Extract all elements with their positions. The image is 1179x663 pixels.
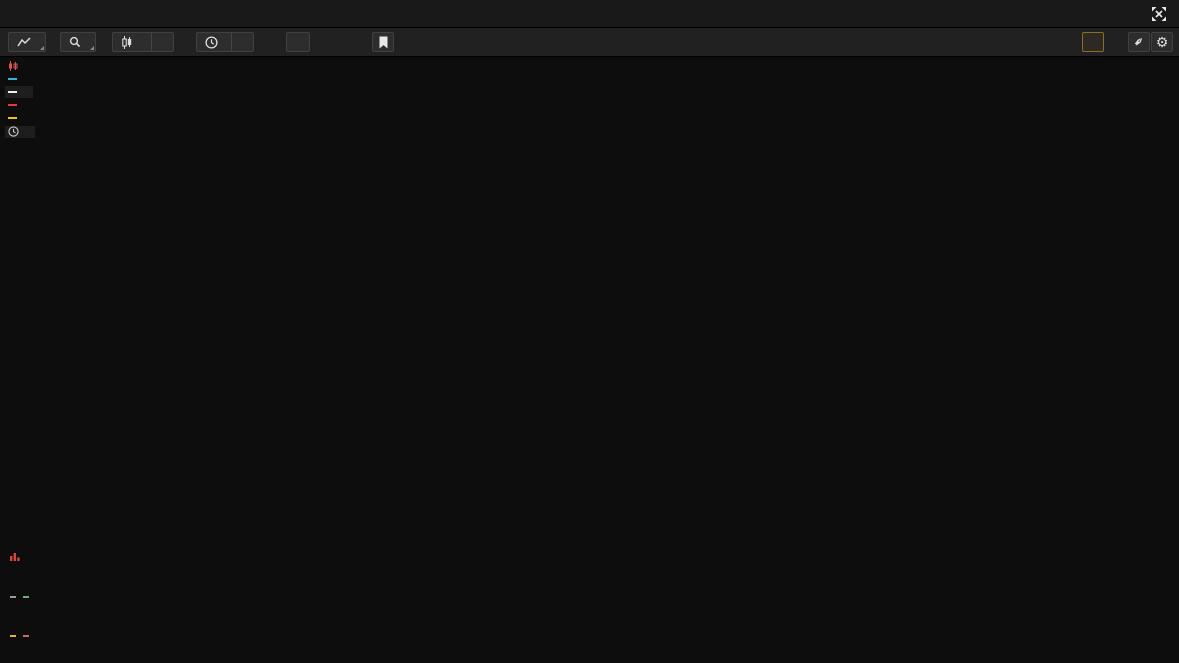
- wert-search-button[interactable]: [60, 32, 96, 52]
- line-chart-icon: [17, 37, 31, 47]
- clock-segment[interactable]: [205, 33, 218, 51]
- rsi-legend-icon2: [23, 596, 29, 598]
- kerzen-segment[interactable]: [121, 33, 138, 51]
- gear-icon: ⚙: [1156, 34, 1169, 51]
- drawing-tools-button[interactable]: ✒: [1128, 32, 1150, 52]
- chart-canvas[interactable]: [0, 56, 1179, 663]
- sma200-legend-icon: [8, 104, 17, 106]
- volume-icon: [10, 552, 20, 561]
- button-divider: [151, 33, 152, 51]
- clock-icon: [205, 36, 218, 49]
- ema-legend-icon: [8, 91, 17, 93]
- title-bar: [0, 0, 1179, 28]
- search-icon: [69, 36, 81, 48]
- indicator-legend: [5, 60, 54, 139]
- bb-legend-icon: [8, 78, 17, 80]
- macd-legend[interactable]: [5, 631, 67, 642]
- expand-icon[interactable]: [1151, 6, 1167, 22]
- mini-candle-icon: [8, 61, 18, 71]
- sma100-legend-icon: [8, 117, 17, 119]
- period-group[interactable]: [196, 32, 254, 52]
- settings-button[interactable]: ⚙: [1151, 32, 1173, 52]
- bookmark-icon: [379, 36, 388, 49]
- button-divider: [231, 33, 232, 51]
- bookmark-button[interactable]: [372, 32, 394, 52]
- dropdown-indicator: [90, 46, 94, 50]
- candle-interval-group[interactable]: [112, 32, 174, 52]
- rsi-legend[interactable]: [5, 592, 48, 603]
- sma200-legend-row[interactable]: [5, 99, 33, 111]
- instrument-legend-row[interactable]: [5, 60, 54, 72]
- rsi-legend-icon: [10, 596, 16, 598]
- feedback-button[interactable]: [1082, 32, 1104, 52]
- ema-legend-row[interactable]: [5, 86, 33, 98]
- volume-legend[interactable]: [5, 551, 48, 562]
- bb-legend-row[interactable]: [5, 73, 47, 85]
- clock-icon: [8, 126, 19, 137]
- toolbar: ✒ ⚙: [0, 28, 1179, 57]
- dropdown-indicator: [40, 46, 44, 50]
- sma100-legend-row[interactable]: [5, 113, 33, 125]
- daterange-row[interactable]: [5, 126, 35, 138]
- macd-legend-icon: [10, 635, 16, 637]
- macd-legend-icon2: [23, 635, 29, 637]
- candlestick-icon: [121, 36, 133, 49]
- brush-icon: ✒: [1129, 32, 1148, 51]
- chart-type-button[interactable]: [8, 32, 46, 52]
- chart-window: ✒ ⚙: [0, 0, 1179, 663]
- indicators-button[interactable]: [286, 32, 310, 52]
